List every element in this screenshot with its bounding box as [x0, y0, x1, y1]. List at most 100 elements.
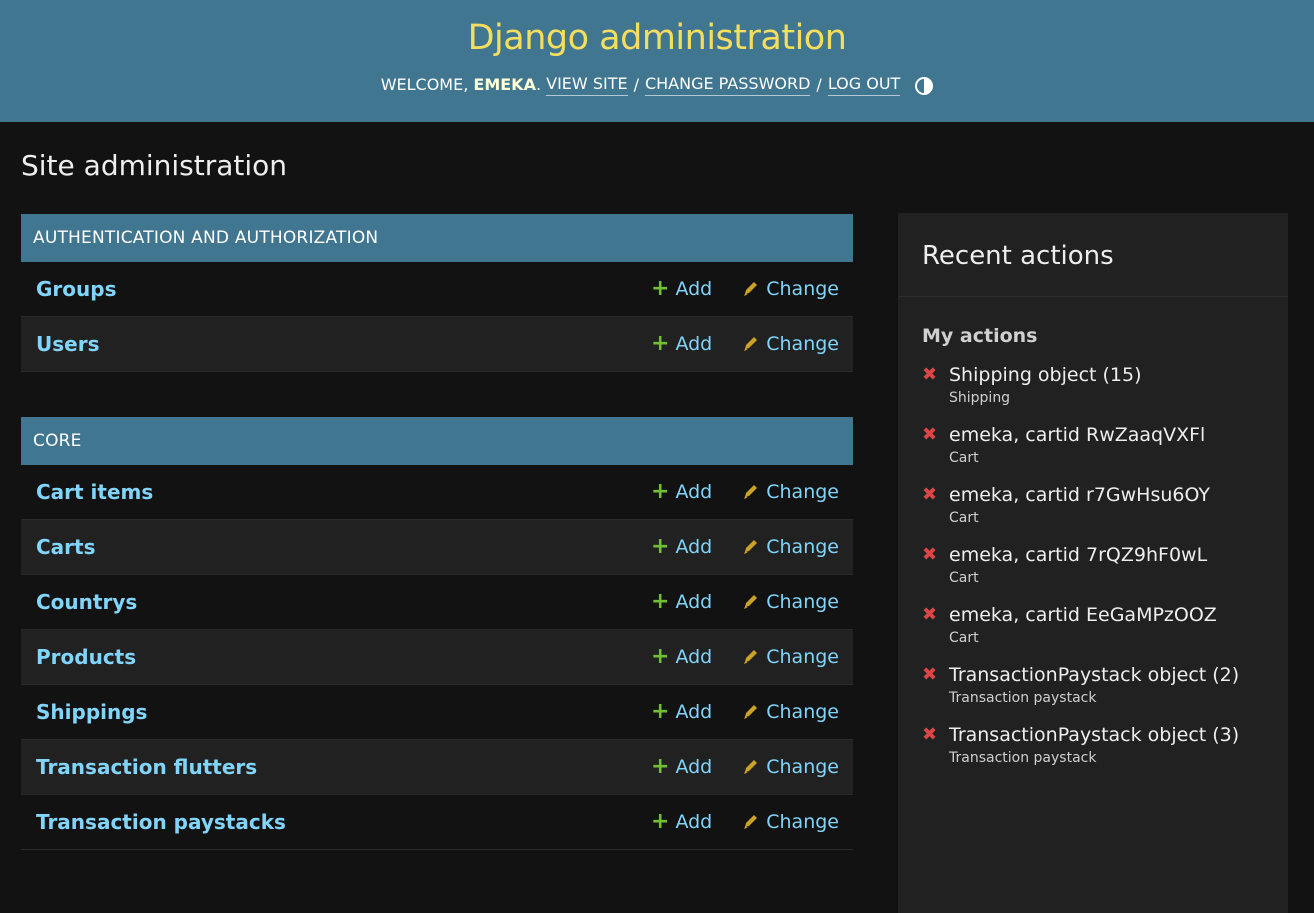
model-row-cart-items: Cart items + Add Change — [21, 465, 853, 520]
model-link-transaction-paystacks[interactable]: Transaction paystacks — [21, 810, 651, 834]
username: emeka — [473, 74, 536, 94]
action-title: emeka, cartid 7rQZ9hF0wL — [949, 544, 1208, 566]
change-button[interactable]: Change — [742, 481, 839, 503]
action-item: ✖ Shipping object (15) Shipping — [922, 363, 1288, 410]
model-link-cart-items[interactable]: Cart items — [21, 480, 651, 504]
change-button[interactable]: Change — [742, 333, 839, 355]
pencil-icon — [744, 815, 758, 829]
pencil-icon — [744, 337, 758, 351]
deletion-x-icon: ✖ — [922, 424, 938, 445]
add-button[interactable]: + Add — [651, 276, 712, 301]
model-link-users[interactable]: Users — [21, 332, 651, 356]
plus-icon: + — [651, 644, 670, 669]
pencil-icon — [744, 705, 758, 719]
log-out-link[interactable]: Log out — [827, 73, 901, 96]
model-link-shippings[interactable]: Shippings — [21, 700, 651, 724]
page-title: Site administration — [21, 149, 288, 182]
action-type: Transaction paystack — [949, 750, 1097, 766]
deletion-x-icon: ✖ — [922, 724, 938, 745]
model-row-users: Users + Add Change — [21, 317, 853, 372]
add-button[interactable]: + Add — [651, 589, 712, 614]
view-site-link[interactable]: View site — [546, 73, 628, 96]
action-item: ✖ emeka, cartid r7GwHsu6OY Cart — [922, 483, 1288, 530]
module-caption[interactable]: Authentication and Authorization — [21, 214, 853, 262]
module-caption[interactable]: Core — [21, 417, 853, 465]
add-button[interactable]: + Add — [651, 699, 712, 724]
action-title: TransactionPaystack object (2) — [949, 664, 1240, 686]
model-link-countrys[interactable]: Countrys — [21, 590, 651, 614]
plus-icon: + — [651, 809, 670, 834]
deletion-x-icon: ✖ — [922, 664, 938, 685]
action-title: Shipping object (15) — [949, 364, 1142, 386]
action-item: ✖ TransactionPaystack object (2) Transact… — [922, 663, 1288, 710]
module-core: Core Cart items + Add Change Carts + Add C… — [21, 417, 853, 850]
model-row-shippings: Shippings + Add Change — [21, 685, 853, 740]
pencil-icon — [744, 282, 758, 296]
action-item: ✖ emeka, cartid RwZaaqVXFl Cart — [922, 423, 1288, 470]
recent-actions-panel: Recent actions My actions ✖ Shipping obj… — [898, 213, 1288, 913]
action-item: ✖ TransactionPaystack object (3) Transact… — [922, 723, 1288, 770]
change-password-link[interactable]: Change password — [644, 73, 811, 96]
action-type: Cart — [949, 630, 979, 646]
deletion-x-icon: ✖ — [922, 544, 938, 565]
action-title: emeka, cartid EeGaMPzOOZ — [949, 604, 1217, 626]
model-row-products: Products + Add Change — [21, 630, 853, 685]
model-link-groups[interactable]: Groups — [21, 277, 651, 301]
model-link-carts[interactable]: Carts — [21, 535, 651, 559]
plus-icon: + — [651, 331, 670, 356]
add-button[interactable]: + Add — [651, 331, 712, 356]
change-button[interactable]: Change — [742, 701, 839, 723]
change-button[interactable]: Change — [742, 756, 839, 778]
pencil-icon — [744, 760, 758, 774]
action-type: Transaction paystack — [949, 690, 1097, 706]
plus-icon: + — [651, 276, 670, 301]
theme-toggle-icon[interactable] — [915, 76, 934, 95]
plus-icon: + — [651, 589, 670, 614]
model-row-carts: Carts + Add Change — [21, 520, 853, 575]
add-button[interactable]: + Add — [651, 479, 712, 504]
pencil-icon — [744, 485, 758, 499]
user-tools: Welcome, emeka. View site / Change passw… — [0, 73, 1314, 96]
deletion-x-icon: ✖ — [922, 364, 938, 385]
recent-actions-title: Recent actions — [898, 213, 1288, 297]
action-type: Cart — [949, 510, 979, 526]
action-title: emeka, cartid r7GwHsu6OY — [949, 484, 1211, 506]
model-row-transaction-flutters: Transaction flutters + Add Change — [21, 740, 853, 795]
plus-icon: + — [651, 754, 670, 779]
change-button[interactable]: Change — [742, 591, 839, 613]
deletion-x-icon: ✖ — [922, 484, 938, 505]
change-button[interactable]: Change — [742, 811, 839, 833]
welcome-text: Welcome, — [380, 74, 469, 94]
site-name[interactable]: Django administration — [0, 16, 1314, 60]
action-type: Cart — [949, 450, 979, 466]
add-button[interactable]: + Add — [651, 534, 712, 559]
model-row-transaction-paystacks: Transaction paystacks + Add Change — [21, 795, 853, 850]
add-button[interactable]: + Add — [651, 809, 712, 834]
change-button[interactable]: Change — [742, 536, 839, 558]
change-button[interactable]: Change — [742, 278, 839, 300]
pencil-icon — [744, 595, 758, 609]
pencil-icon — [744, 540, 758, 554]
action-type: Cart — [949, 570, 979, 586]
action-title: emeka, cartid RwZaaqVXFl — [949, 424, 1206, 446]
action-item: ✖ emeka, cartid EeGaMPzOOZ Cart — [922, 603, 1288, 650]
plus-icon: + — [651, 479, 670, 504]
action-type: Shipping — [949, 390, 1011, 406]
action-title: TransactionPaystack object (3) — [949, 724, 1240, 746]
module-auth: Authentication and Authorization Groups … — [21, 214, 853, 372]
my-actions-title: My actions — [922, 325, 1038, 347]
add-button[interactable]: + Add — [651, 644, 712, 669]
model-row-countrys: Countrys + Add Change — [21, 575, 853, 630]
separator: / — [633, 74, 639, 94]
deletion-x-icon: ✖ — [922, 604, 938, 625]
model-link-products[interactable]: Products — [21, 645, 651, 669]
plus-icon: + — [651, 534, 670, 559]
plus-icon: + — [651, 699, 670, 724]
change-button[interactable]: Change — [742, 646, 839, 668]
separator: / — [816, 74, 822, 94]
action-item: ✖ emeka, cartid 7rQZ9hF0wL Cart — [922, 543, 1288, 590]
add-button[interactable]: + Add — [651, 754, 712, 779]
pencil-icon — [744, 650, 758, 664]
model-row-groups: Groups + Add Change — [21, 262, 853, 317]
model-link-transaction-flutters[interactable]: Transaction flutters — [21, 755, 651, 779]
